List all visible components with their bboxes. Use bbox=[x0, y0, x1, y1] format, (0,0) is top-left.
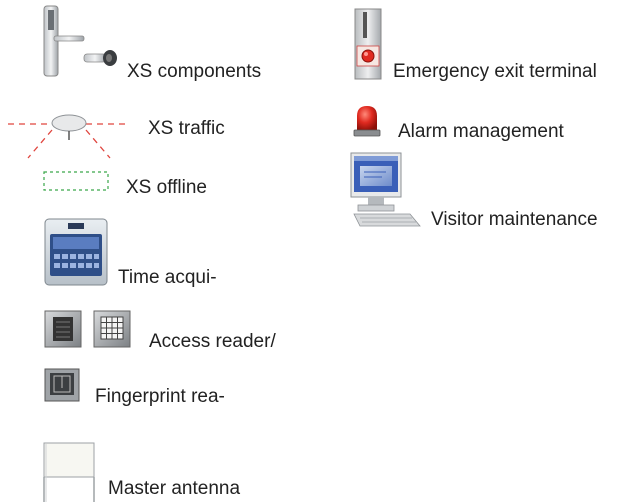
xs-components-label: XS components bbox=[127, 61, 262, 82]
antenna-icon bbox=[6, 108, 132, 162]
door-lock-icon bbox=[40, 4, 120, 80]
master-antenna-label: Master antenna bbox=[108, 478, 241, 499]
time-acquisition-label: Time acqui- bbox=[118, 267, 217, 288]
access-reader-icon bbox=[44, 310, 132, 348]
xs-traffic-label: XS traffic bbox=[148, 118, 225, 139]
xs-offline-label: XS offline bbox=[126, 177, 207, 198]
fingerprint-reader-label: Fingerprint rea- bbox=[95, 386, 225, 407]
alarm-light-icon bbox=[352, 104, 382, 138]
emergency-terminal-icon bbox=[353, 8, 383, 80]
access-reader-label: Access reader/ bbox=[149, 331, 276, 352]
alarm-management-label: Alarm management bbox=[398, 121, 564, 142]
emergency-exit-label: Emergency exit terminal bbox=[393, 61, 597, 82]
visitor-maintenance-label: Visitor maintenance bbox=[431, 209, 598, 230]
fingerprint-reader-icon bbox=[44, 368, 80, 402]
time-terminal-icon bbox=[44, 218, 108, 286]
master-antenna-icon bbox=[43, 442, 95, 502]
dashed-box-icon bbox=[43, 171, 109, 191]
computer-icon bbox=[350, 152, 422, 228]
